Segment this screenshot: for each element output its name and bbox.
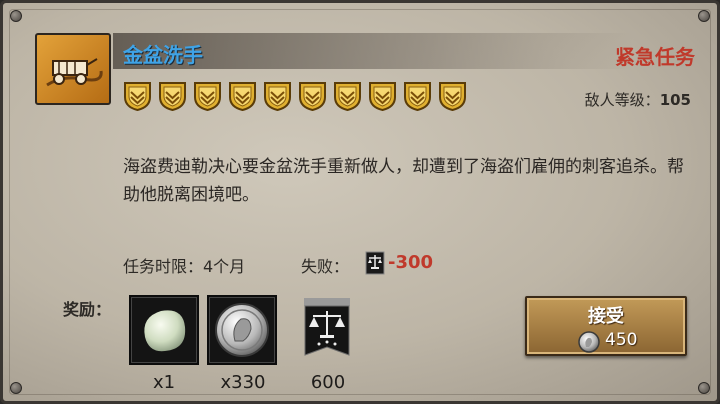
difficulty-shield-icon [193,81,222,112]
time-limit: 任务时限：4个月 [123,257,246,276]
reward-slot-reputation[interactable] [303,297,351,363]
reward-count: x330 [220,372,266,393]
accept-cost: 450 [605,330,638,350]
silver-coin-icon [215,303,269,357]
enemy-level-value: 105 [659,91,691,109]
difficulty-shield-icon [333,81,362,112]
quest-emblem [35,33,111,105]
rivet-icon [10,382,22,394]
rivet-icon [698,382,710,394]
rewards-label: 奖励： [63,300,112,319]
quest-panel: 金盆洗手 紧急任务 敌人等级：105 海盗费迪勒决心要金盆洗手重新做人，却遭到了… [0,0,720,404]
pearl-icon [144,310,186,352]
accept-label: 接受 [588,306,624,327]
difficulty-shield-icon [368,81,397,112]
accept-button[interactable]: 接受 450 [525,296,687,356]
justice-banner-icon [365,251,385,275]
difficulty-shield-icon [263,81,292,112]
difficulty-shield-icon [123,81,152,112]
enemy-level: 敌人等级：105 [585,89,691,110]
difficulty-shield-icon [403,81,432,112]
reward-slot-coin[interactable] [207,295,277,365]
reward-count: 600 [310,372,346,393]
silver-coin-icon [578,331,600,353]
difficulty-shield-icon [228,81,257,112]
enemy-level-label: 敌人等级： [584,91,660,109]
difficulty-shields [123,81,467,112]
quest-title: 金盆洗手 [123,43,203,67]
justice-banner-icon [304,298,350,356]
difficulty-shield-icon [298,81,327,112]
reward-slot-pearl[interactable] [129,295,199,365]
reward-count: x1 [152,372,176,393]
rivet-icon [10,10,22,22]
rivet-icon [698,10,710,22]
fail-penalty: -300 [388,252,434,273]
fail-label: 失败： [301,257,350,276]
difficulty-shield-icon [158,81,187,112]
difficulty-shield-icon [438,81,467,112]
quest-description: 海盗费迪勒决心要金盆洗手重新做人，却遭到了海盗们雇佣的刺客追杀。帮助他脱离困境吧… [123,157,684,205]
wagon-icon [46,58,103,87]
urgent-quest-tag: 紧急任务 [615,45,695,69]
